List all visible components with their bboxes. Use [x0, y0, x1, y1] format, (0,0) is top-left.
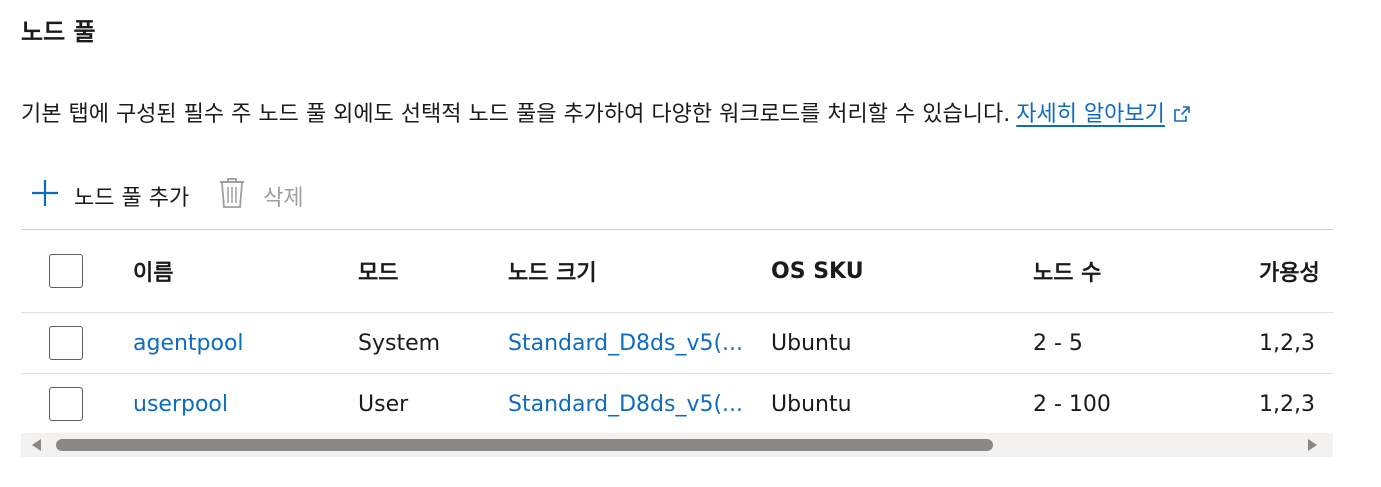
toolbar: 노드 풀 추가 삭제 [30, 174, 304, 218]
availability-cell: 1,2,3 [1259, 330, 1315, 356]
delete-button[interactable]: 삭제 [219, 177, 304, 215]
scrollbar-thumb[interactable] [56, 439, 993, 451]
node-pool-name-link[interactable]: agentpool [133, 313, 353, 373]
add-node-pool-label: 노드 풀 추가 [74, 186, 190, 211]
learn-more-label: 자세히 알아보기 [1016, 102, 1165, 127]
select-all-checkbox[interactable] [49, 254, 83, 288]
learn-more-link[interactable]: 자세히 알아보기 [1016, 102, 1165, 127]
column-header-os-sku[interactable]: OS SKU [771, 230, 1011, 312]
availability-cell: 1,2,3 [1259, 391, 1315, 417]
horizontal-scrollbar[interactable] [21, 433, 1333, 457]
os-sku-cell: Ubuntu [771, 330, 852, 356]
os-sku-cell: Ubuntu [771, 391, 852, 417]
scroll-right-arrow-icon[interactable] [1308, 439, 1317, 451]
delete-icon [219, 177, 263, 215]
node-size-link[interactable]: Standard_D8ds_v5(... [508, 313, 748, 373]
node-size-link[interactable]: Standard_D8ds_v5(... [508, 374, 748, 434]
row-checkbox[interactable] [49, 326, 83, 360]
description-text: 기본 탭에 구성된 필수 주 노드 풀 외에도 선택적 노드 풀을 추가하여 다… [21, 102, 1011, 127]
external-link-icon [1173, 98, 1191, 136]
row-checkbox[interactable] [49, 387, 83, 421]
column-header-node-size[interactable]: 노드 크기 [508, 230, 748, 312]
mode-cell: User [358, 391, 409, 417]
section-description: 기본 탭에 구성된 필수 주 노드 풀 외에도 선택적 노드 풀을 추가하여 다… [21, 96, 1191, 136]
column-header-name[interactable]: 이름 [133, 230, 353, 312]
node-count-cell: 2 - 5 [1033, 330, 1083, 356]
add-icon [30, 178, 74, 214]
table-row: agentpool System Standard_D8ds_v5(... Ub… [21, 313, 1333, 374]
column-header-mode[interactable]: 모드 [358, 230, 498, 312]
column-header-node-count[interactable]: 노드 수 [1033, 230, 1253, 312]
section-title: 노드 풀 [21, 18, 96, 46]
delete-label: 삭제 [263, 186, 304, 211]
node-pool-table: 이름 모드 노드 크기 OS SKU 노드 수 가용성 agentpool Sy… [21, 229, 1333, 454]
mode-cell: System [358, 330, 441, 356]
add-node-pool-button[interactable]: 노드 풀 추가 [30, 178, 189, 214]
column-header-availability[interactable]: 가용성 [1259, 230, 1333, 312]
node-pool-name-link[interactable]: userpool [133, 374, 353, 434]
table-header-row: 이름 모드 노드 크기 OS SKU 노드 수 가용성 [21, 230, 1333, 313]
node-count-cell: 2 - 100 [1033, 391, 1111, 417]
scroll-left-arrow-icon[interactable] [32, 439, 41, 451]
table-row: userpool User Standard_D8ds_v5(... Ubunt… [21, 374, 1333, 434]
